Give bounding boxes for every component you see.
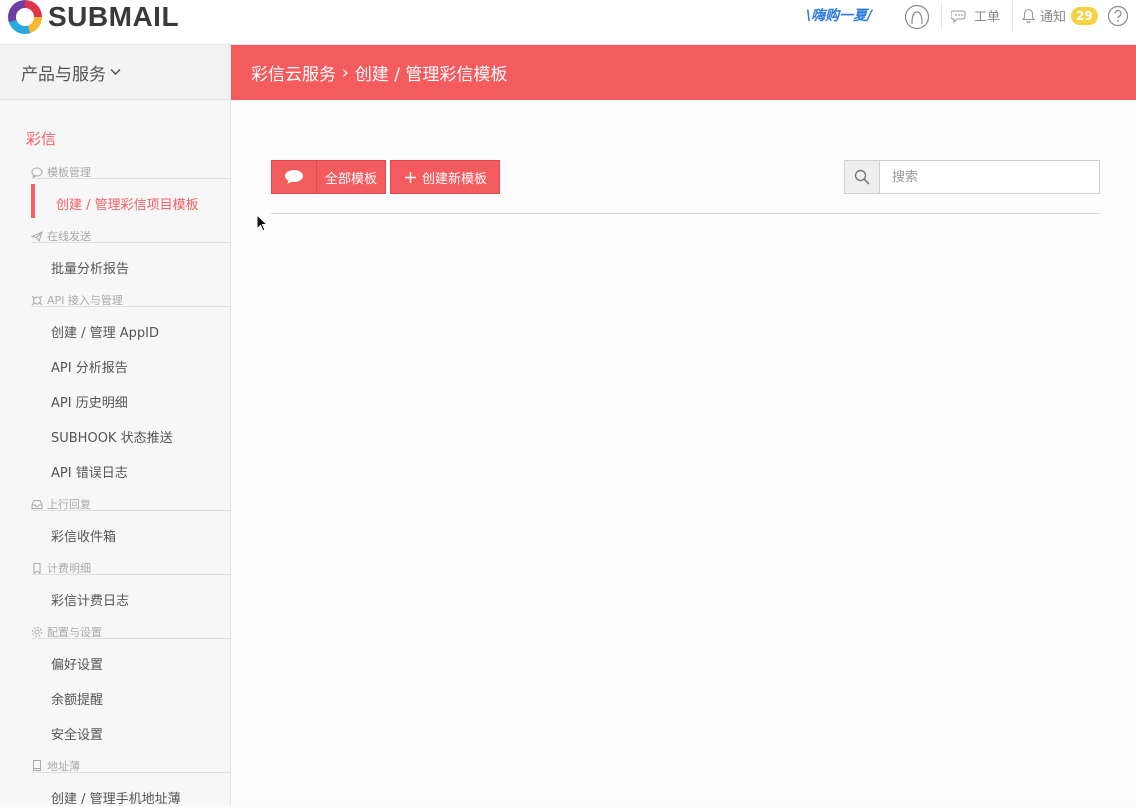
paper-plane-icon [31,230,43,242]
sidebar-item-preferences[interactable]: 偏好设置 [51,654,103,673]
chevron-down-icon [110,68,121,76]
all-templates-label: 全部模板 [325,171,378,187]
breadcrumb: 彩信云服务 › 创建 / 管理彩信模板 [231,45,1136,100]
chat-bubble-icon [31,167,43,178]
divider [31,242,230,243]
inbox-icon [31,499,43,509]
address-book-icon [33,760,41,771]
create-template-label: 创建新模板 [422,171,488,187]
toolbar: 全部模板 创建新模板 [271,160,501,194]
question-circle-icon[interactable] [1107,5,1129,27]
sidebar-item-manage-templates[interactable]: 创建 / 管理彩信项目模板 [56,194,199,213]
divider [31,638,230,639]
breadcrumb-parent[interactable]: 彩信云服务 [251,60,336,85]
divider [31,510,230,511]
main-content: 全部模板 创建新模板 [231,100,1136,805]
top-bar: SUBMAIL \嗨购一夏/ 工单 通知 29 [0,0,1136,45]
active-indicator [31,184,35,218]
notify-count-badge: 29 [1071,6,1098,25]
promo-banner[interactable]: \嗨购一夏/ [806,5,872,25]
divider [1012,2,1013,30]
mouse-cursor-icon [256,214,268,232]
breadcrumb-separator: › [342,62,349,83]
search-box [844,160,1100,194]
product-menu[interactable]: 产品与服务 [0,45,230,100]
bookmark-icon [33,562,41,574]
sidebar-item-batch-report[interactable]: 批量分析报告 [51,258,129,277]
sidebar-item-appid[interactable]: 创建 / 管理 AppID [51,322,159,341]
product-menu-label: 产品与服务 [21,64,106,85]
template-type-button[interactable] [271,160,317,194]
sidebar-item-subhook[interactable]: SUBHOOK 状态推送 [51,427,173,446]
divider [271,213,1100,214]
search-input[interactable] [880,161,1099,193]
sidebar-item-security[interactable]: 安全设置 [51,724,103,743]
api-icon [31,295,43,305]
bell-icon [1022,8,1035,23]
notify-label: 通知 [1040,10,1067,25]
notify-button[interactable]: 通知 29 [1022,6,1098,25]
plus-icon [405,171,417,183]
gear-icon [32,627,42,637]
divider [31,574,230,575]
sidebar-item-inbox[interactable]: 彩信收件箱 [51,526,116,545]
divider [31,306,230,307]
all-templates-button[interactable]: 全部模板 [317,160,387,194]
sidebar-item-phone-address-book[interactable]: 创建 / 管理手机地址薄 [51,788,181,807]
ticket-button[interactable]: 工单 [951,6,1000,25]
logo-text: SUBMAIL [48,0,180,32]
chat-bubble-icon [285,170,303,184]
section-title: 彩信 [26,130,57,148]
logo-mark-icon [8,0,42,34]
create-template-button[interactable]: 创建新模板 [390,160,501,194]
chat-icon [951,9,966,23]
breadcrumb-current: 创建 / 管理彩信模板 [354,65,508,85]
divider [31,178,230,179]
sidebar-item-balance-alert[interactable]: 余额提醒 [51,689,103,708]
sidebar-item-api-errors[interactable]: API 错误日志 [51,462,128,481]
divider [31,772,230,773]
sidebar: 产品与服务 彩信 模板管理 创建 / 管理彩信项目模板 在线发送 批量分析报告 … [0,45,231,807]
ticket-label: 工单 [974,10,1001,25]
divider [941,2,942,30]
logo[interactable]: SUBMAIL [8,0,180,34]
sidebar-item-api-history[interactable]: API 历史明细 [51,392,128,411]
search-icon[interactable] [845,161,880,193]
sidebar-item-api-report[interactable]: API 分析报告 [51,357,128,376]
sidebar-item-billing-log[interactable]: 彩信计费日志 [51,590,129,609]
user-circle-icon[interactable] [904,4,930,30]
